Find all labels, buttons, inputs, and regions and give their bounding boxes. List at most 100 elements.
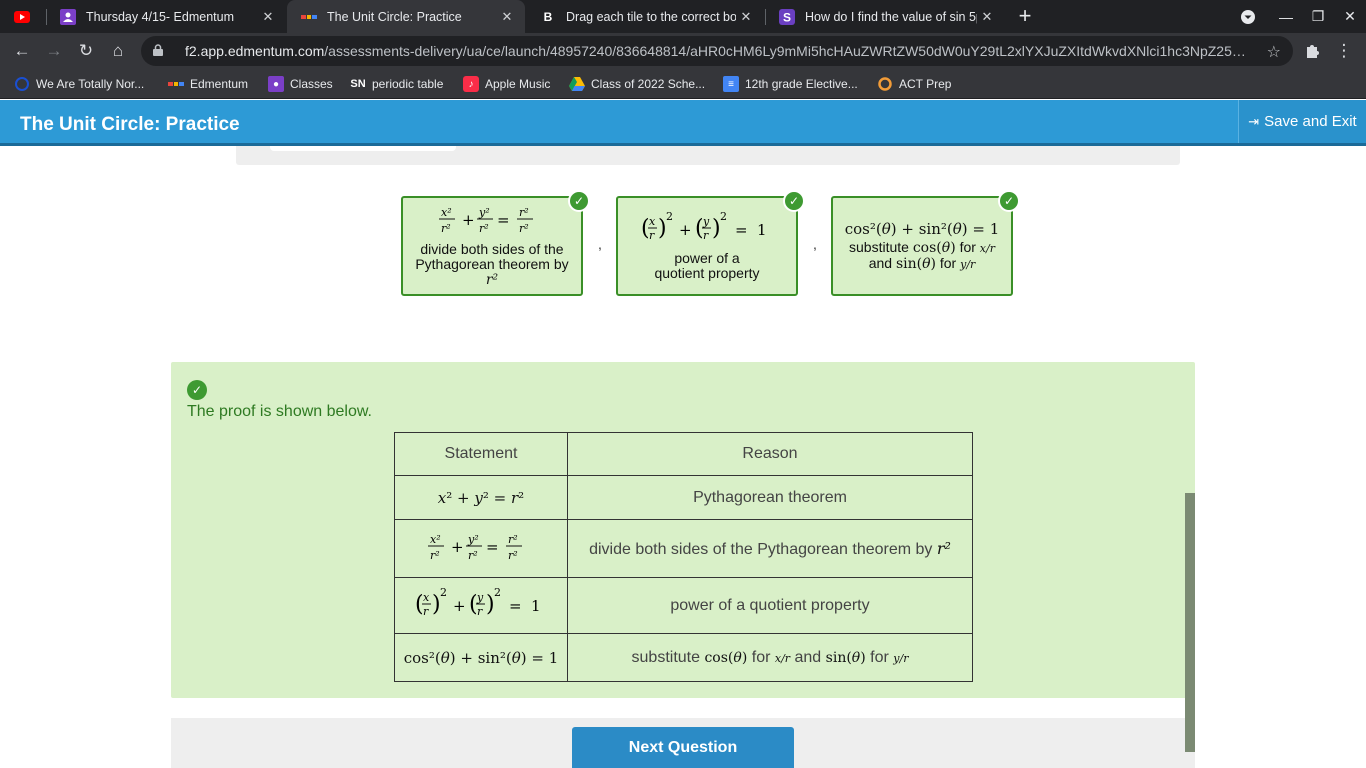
- close-icon[interactable]: ✕: [736, 9, 756, 25]
- svg-text:r: r: [649, 229, 655, 242]
- reason-cell: power of a quotient property: [567, 577, 973, 634]
- next-question-button[interactable]: Next Question: [572, 727, 794, 768]
- classroom-icon: [60, 8, 76, 25]
- classroom-icon: ●: [268, 76, 284, 92]
- tab-title: Thursday 4/15- Edmentum: [86, 9, 234, 24]
- window-close-icon[interactable]: ✕: [1334, 0, 1366, 33]
- footer-bar: Next Question: [171, 718, 1195, 768]
- checkmark-icon: ✓: [783, 190, 805, 212]
- page-title: The Unit Circle: Practice: [20, 114, 240, 135]
- browser-toolbar: ← → ↻ ⌂ f2.app.edmentum.com/assessments-…: [0, 33, 1366, 69]
- answer-tile[interactable]: (x r) 2 + (y r) 2 = 1 power of a quotient pro…: [616, 190, 805, 296]
- checkmark-icon: ✓: [998, 190, 1020, 212]
- bookmark-item[interactable]: Class of 2022 Sche...: [569, 75, 705, 93]
- restore-icon[interactable]: ❐: [1302, 0, 1334, 33]
- tab-thursday[interactable]: Thursday 4/15- Edmentum ✕: [46, 0, 286, 33]
- tab-strip: Thursday 4/15- Edmentum ✕ The Unit Circl…: [0, 0, 1366, 33]
- minimize-icon[interactable]: ―: [1270, 0, 1302, 33]
- svg-text:r: r: [477, 605, 483, 618]
- socratic-icon: S: [779, 8, 795, 25]
- svg-text:r²: r²: [430, 549, 440, 562]
- bookmark-item[interactable]: ACT Prep: [877, 75, 951, 93]
- svg-text:y: y: [702, 215, 710, 228]
- close-icon[interactable]: ✕: [258, 9, 278, 25]
- main-content: x² r² + y² r² = r² r² divide both sides of …: [0, 146, 1366, 768]
- table-header: Statement: [394, 432, 568, 476]
- tile-reason: divide both sides of the Pythagorean the…: [415, 241, 569, 288]
- bookmark-item[interactable]: ● Classes: [268, 75, 333, 93]
- svg-text:1: 1: [757, 221, 767, 239]
- forward-arrow-icon[interactable]: →: [40, 37, 68, 65]
- svg-text:r: r: [703, 229, 709, 242]
- extensions-icon[interactable]: [1298, 37, 1326, 65]
- tile-equation: (x r) 2 + (y r) 2 = 1: [639, 210, 775, 249]
- scrollbar-thumb[interactable]: [1185, 493, 1195, 752]
- circle-icon: [14, 76, 30, 92]
- statement-cell: (x r) 2 + (y r) 2 = 1: [394, 577, 568, 634]
- table-header: Reason: [567, 432, 973, 476]
- bookmark-label: Classes: [290, 77, 333, 91]
- bookmark-item[interactable]: SN periodic table: [350, 75, 443, 93]
- svg-text:r²: r²: [468, 549, 478, 562]
- home-icon[interactable]: ⌂: [104, 37, 132, 65]
- table-row: (x r) 2 + (y r) 2 = 1 power of a quotient pro…: [394, 577, 973, 634]
- url-text: f2.app.edmentum.com/assessments-delivery…: [185, 43, 1246, 59]
- brainly-icon: B: [543, 9, 553, 24]
- reload-icon[interactable]: ↻: [72, 37, 100, 65]
- bookmark-label: Apple Music: [485, 77, 551, 91]
- statement-cell: cos²(θ) + sin²(θ) = 1: [394, 633, 568, 682]
- bookmark-star-icon[interactable]: ☆: [1267, 42, 1281, 62]
- new-tab-button[interactable]: +: [1013, 4, 1037, 28]
- tab-title: Drag each tile to the correct box: [566, 9, 736, 24]
- menu-kebab-icon[interactable]: ⋮: [1330, 37, 1358, 65]
- answer-tile[interactable]: cos²(θ) + sin²(θ) = 1 substitute cos(θ) …: [831, 190, 1020, 296]
- svg-text:+: +: [679, 221, 692, 239]
- save-and-exit-label: Save and Exit: [1264, 113, 1357, 130]
- tab-brainly[interactable]: B Drag each tile to the correct box ✕: [526, 0, 764, 33]
- svg-text:=: =: [486, 538, 499, 556]
- tile-reason: substitute cos(θ) for x/r and sin(θ) for…: [849, 239, 995, 272]
- music-icon: ♪: [463, 76, 479, 92]
- bookmark-item[interactable]: ≡ 12th grade Elective...: [723, 75, 858, 93]
- close-icon[interactable]: ✕: [497, 9, 517, 25]
- bookmark-item[interactable]: We Are Totally Nor...: [14, 75, 144, 93]
- ring-icon: [877, 76, 893, 92]
- youtube-icon: [14, 9, 30, 25]
- statement-cell: x² r² + y² r² = r² r²: [394, 519, 568, 578]
- tab-title: How do I find the value of sin 5p: [805, 9, 977, 24]
- bookmark-item[interactable]: Edmentum: [168, 75, 248, 93]
- svg-text:x: x: [649, 215, 656, 228]
- save-and-exit-button[interactable]: ⇥ Save and Exit: [1238, 100, 1366, 143]
- tile-reason: power of a quotient property: [654, 250, 760, 281]
- svg-text:S: S: [783, 10, 791, 24]
- statement-cell: x² + y² = r²: [394, 475, 568, 520]
- svg-text:+: +: [453, 597, 466, 615]
- tab-socratic[interactable]: S How do I find the value of sin 5p ✕: [765, 0, 1005, 33]
- tile-equation: x² r² + y² r² = r² r²: [437, 204, 547, 240]
- sign-out-icon: ⇥: [1248, 113, 1260, 129]
- svg-text:2: 2: [494, 587, 501, 599]
- feedback-message: The proof is shown below.: [187, 403, 372, 420]
- svg-text:x: x: [423, 591, 430, 604]
- tab-youtube[interactable]: [0, 0, 46, 33]
- sn-icon: SN: [350, 78, 366, 90]
- svg-text:r²: r²: [479, 222, 489, 235]
- address-bar[interactable]: f2.app.edmentum.com/assessments-delivery…: [141, 36, 1293, 66]
- answer-tile[interactable]: x² r² + y² r² = r² r² divide both sides of …: [401, 190, 590, 296]
- svg-text:1: 1: [531, 597, 541, 615]
- svg-text:y²: y²: [478, 206, 490, 219]
- bookmarks-bar: We Are Totally Nor... Edmentum ● Classes…: [0, 69, 1366, 99]
- back-arrow-icon[interactable]: ←: [8, 37, 36, 65]
- table-row: x² + y² = r² Pythagorean theorem: [394, 475, 973, 520]
- bookmark-label: ACT Prep: [899, 77, 952, 91]
- tab-title: The Unit Circle: Practice: [327, 9, 462, 24]
- tab-search-icon[interactable]: [1232, 0, 1264, 33]
- tab-unit-circle[interactable]: The Unit Circle: Practice ✕: [287, 0, 525, 33]
- svg-text:r²: r²: [519, 206, 529, 219]
- app-header: The Unit Circle: Practice ⇥ Save and Exi…: [0, 100, 1366, 146]
- edmentum-icon: [168, 76, 184, 92]
- close-icon[interactable]: ✕: [977, 9, 997, 25]
- bookmark-item[interactable]: ♪ Apple Music: [463, 75, 550, 93]
- svg-text:2: 2: [666, 211, 673, 223]
- feedback-panel: ✓ The proof is shown below. Statement Re…: [171, 362, 1195, 698]
